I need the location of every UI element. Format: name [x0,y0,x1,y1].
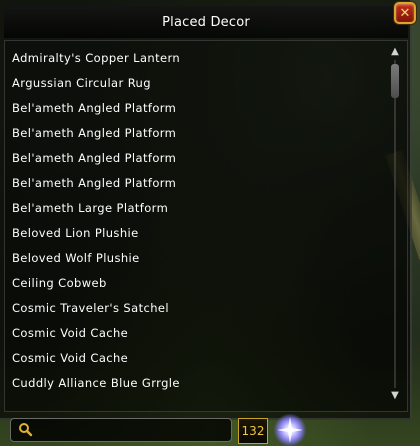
decor-list-item[interactable]: Cuddly Alliance Blue Grrgle [12,371,382,396]
decor-list-item[interactable]: Argussian Circular Rug [12,71,382,96]
scroll-track[interactable] [394,60,396,388]
decor-list-item[interactable]: Bel'ameth Angled Platform [12,121,382,146]
close-icon: ✕ [399,5,411,21]
decor-list-item[interactable]: Bel'ameth Large Platform [12,196,382,221]
decor-list-item[interactable]: Cosmic Void Cache [12,321,382,346]
decor-list-item[interactable]: Bel'ameth Angled Platform [12,146,382,171]
chevron-up-icon[interactable]: ▲ [388,46,402,58]
decor-list-item[interactable]: Cosmic Void Cache [12,346,382,371]
decor-list-item[interactable]: Cosmic Traveler's Satchel [12,296,382,321]
decor-list-item[interactable]: Ceiling Cobweb [12,271,382,296]
placed-decor-window: Placed Decor Admiralty's Copper Lantern A… [0,0,412,420]
decor-list-item[interactable]: Beloved Lion Plushie [12,221,382,246]
window-title: Placed Decor [162,14,250,30]
decor-list: Admiralty's Copper Lantern Argussian Circ… [12,46,382,396]
scrollbar[interactable]: ▲ ▼ [388,46,402,402]
title-bar[interactable]: Placed Decor [4,6,408,38]
count-badge: 132 [238,418,268,444]
decor-list-item[interactable]: Bel'ameth Angled Platform [12,171,382,196]
decor-count: 132 [241,424,265,438]
search-input[interactable] [35,420,231,440]
chevron-down-icon[interactable]: ▼ [388,390,402,402]
decor-list-item[interactable]: Bel'ameth Angled Platform [12,96,382,121]
search-icon [17,421,35,439]
search-box[interactable] [10,418,232,442]
decor-list-item[interactable]: Beloved Wolf Plushie [12,246,382,271]
scroll-thumb[interactable] [391,64,399,98]
sparkle-button[interactable] [274,414,306,446]
decor-list-item[interactable]: Admiralty's Copper Lantern [12,46,382,71]
sparkle-icon [277,417,303,443]
close-button[interactable]: ✕ [394,2,416,24]
